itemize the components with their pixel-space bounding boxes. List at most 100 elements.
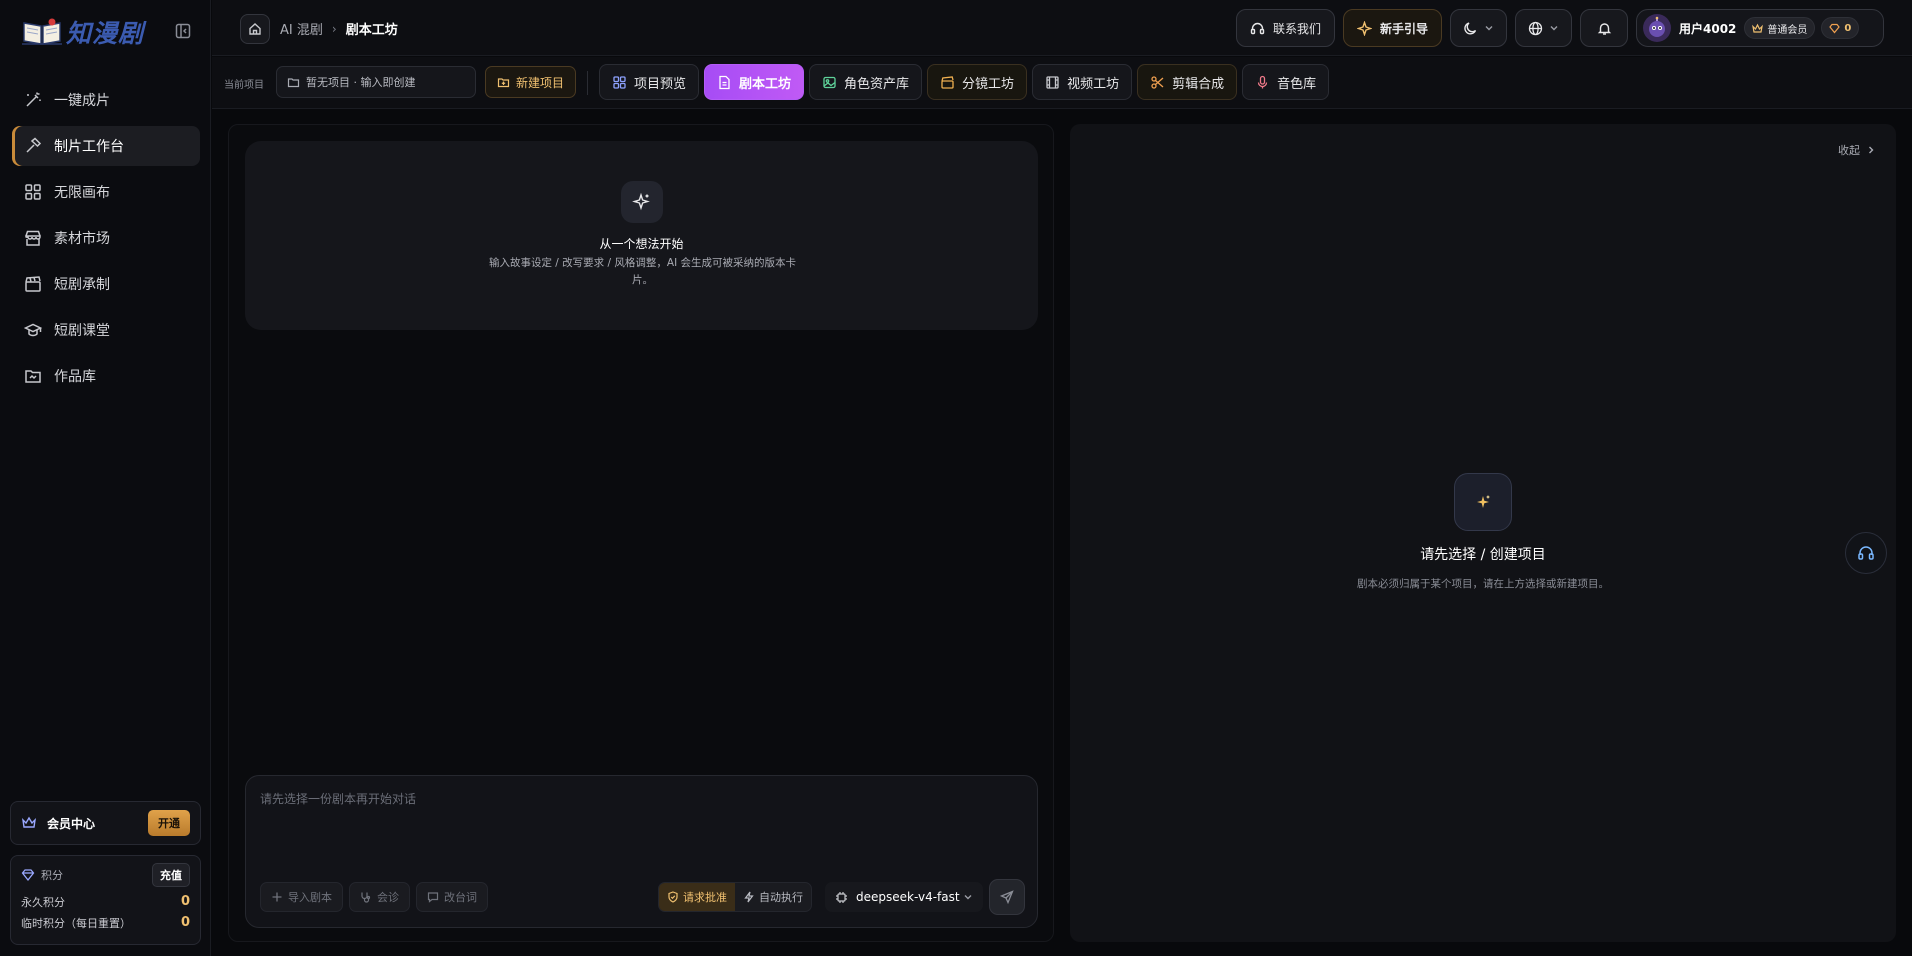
graduation-cap-icon (24, 323, 42, 337)
points-label: 积分 (41, 869, 63, 882)
points-panel: 积分 充值 永久积分 0 临时积分（每日重置） 0 (10, 855, 201, 945)
stethoscope-icon (361, 892, 371, 903)
crown-icon (22, 816, 36, 828)
image-icon (823, 76, 836, 88)
model-name: deepseek-v4-fast (856, 890, 960, 904)
tab-video-workshop[interactable]: 视频工坊 (1032, 64, 1133, 100)
tab-label: 角色资产库 (844, 76, 910, 92)
tab-voice-library[interactable]: 音色库 (1242, 64, 1330, 100)
auto-execute-label: 自动执行 (759, 891, 803, 904)
permanent-points-value: 0 (180, 894, 190, 909)
film-icon (1046, 75, 1059, 89)
breadcrumb-current: 剧本工坊 (345, 23, 398, 38)
model-select[interactable]: deepseek-v4-fast (825, 882, 983, 912)
request-approval-mode[interactable]: 请求批准 (659, 883, 735, 911)
sidebar-item-production[interactable]: 短剧承制 (12, 264, 200, 304)
sidebar-item-one-click[interactable]: 一键成片 (12, 80, 200, 120)
language-button[interactable] (1515, 9, 1572, 47)
tab-label: 剪辑合成 (1172, 76, 1225, 92)
brand-name: 知漫剧 (66, 19, 145, 48)
sidebar: 知漫剧 一键成片 制片工作台 无限画布 素材市场 短剧承制 短剧课堂 作品库 会… (0, 0, 211, 956)
document-icon (719, 75, 730, 89)
sidebar-item-works[interactable]: 作品库 (12, 356, 200, 396)
brand-logo[interactable]: 知漫剧 (20, 14, 160, 50)
rewrite-lines-button[interactable]: 改台词 (416, 882, 488, 912)
project-select[interactable]: 暂无项目 · 输入即创建 (276, 66, 476, 98)
sidebar-collapse-icon[interactable] (174, 22, 192, 40)
guide-label: 新手引导 (1379, 21, 1428, 36)
tab-label: 视频工坊 (1067, 76, 1120, 92)
tab-storyboard[interactable]: 分镜工坊 (927, 64, 1028, 100)
clapperboard-icon (941, 75, 954, 89)
tab-project-preview[interactable]: 项目预览 (599, 64, 700, 100)
membership-level: 普通会员 (1767, 24, 1808, 36)
execution-mode-toggle: 请求批准 自动执行 (658, 882, 812, 912)
tab-label: 分镜工坊 (962, 76, 1015, 92)
home-button[interactable] (240, 14, 270, 44)
folder-icon (25, 370, 41, 383)
magic-wand-icon (26, 92, 41, 107)
user-name: 用户4002 (1679, 21, 1737, 36)
sidebar-item-label: 制片工作台 (54, 139, 124, 155)
chat-input[interactable] (260, 790, 1020, 850)
avatar (1643, 14, 1671, 42)
request-approval-label: 请求批准 (683, 891, 727, 904)
temporary-points-value: 0 (180, 915, 190, 930)
clapperboard-icon (25, 276, 41, 292)
headset-icon (1250, 22, 1265, 34)
send-button[interactable] (989, 879, 1025, 915)
notifications-button[interactable] (1580, 9, 1628, 47)
shield-icon (668, 891, 678, 903)
idea-description: 输入故事设定 / 改写要求 / 风格调整，AI 会生成可被采纳的版本卡片。 (488, 257, 797, 286)
import-script-button[interactable]: 导入剧本 (260, 882, 343, 912)
workflow-tabs: 项目预览 剧本工坊 角色资产库 分镜工坊 视频工坊 剪辑合成 音色库 (599, 64, 1334, 100)
tab-character-assets[interactable]: 角色资产库 (809, 64, 923, 100)
sidebar-item-market[interactable]: 素材市场 (12, 218, 200, 258)
chevron-down-icon (1485, 26, 1493, 31)
chip-icon (836, 891, 847, 903)
toolbar-divider (587, 71, 588, 95)
guide-button[interactable]: 新手引导 (1342, 9, 1442, 47)
user-menu[interactable]: 用户4002 普通会员 0 (1636, 9, 1884, 47)
microphone-icon (1257, 75, 1268, 88)
headset-icon (1858, 546, 1874, 560)
sidebar-item-canvas[interactable]: 无限画布 (12, 172, 200, 212)
support-float-button[interactable] (1845, 532, 1887, 574)
idea-prompt-card: 从一个想法开始 输入故事设定 / 改写要求 / 风格调整，AI 会生成可被采纳的… (245, 141, 1038, 330)
diamond-icon (21, 869, 35, 882)
store-icon (25, 230, 41, 246)
chevron-down-icon (1550, 26, 1558, 31)
project-toolbar: 当前项目 暂无项目 · 输入即创建 新建项目 项目预览 剧本工坊 角色资产库 分… (212, 57, 1912, 109)
tab-editing[interactable]: 剪辑合成 (1137, 64, 1238, 100)
sidebar-nav: 一键成片 制片工作台 无限画布 素材市场 短剧承制 短剧课堂 作品库 (12, 80, 200, 402)
chat-tools: 导入剧本 会诊 改台词 (260, 882, 494, 912)
breadcrumb-parent[interactable]: AI 混剧 (280, 19, 323, 38)
tab-script-workshop[interactable]: 剧本工坊 (704, 64, 805, 100)
collapse-panel-button[interactable]: 收起 (1838, 142, 1876, 158)
sidebar-item-label: 短剧课堂 (54, 323, 110, 339)
sidebar-item-classroom[interactable]: 短剧课堂 (12, 310, 200, 350)
hammer-icon (26, 137, 42, 153)
theme-toggle-button[interactable] (1450, 9, 1507, 47)
sparkle-icon (621, 181, 663, 223)
new-project-button[interactable]: 新建项目 (485, 66, 576, 98)
member-center[interactable]: 会员中心 开通 (10, 801, 201, 845)
header-actions: 联系我们 新手引导 用户4002 普通会员 0 (1228, 9, 1884, 47)
temporary-points-label: 临时积分（每日重置） (21, 917, 131, 930)
grid-icon (613, 75, 626, 89)
gem-balance: 0 (1844, 22, 1852, 34)
chevron-right-icon: › (331, 21, 337, 36)
gem-balance-badge: 0 (1821, 17, 1860, 39)
sidebar-item-workbench[interactable]: 制片工作台 (12, 126, 200, 166)
recharge-button[interactable]: 充值 (152, 863, 190, 887)
plus-icon (272, 892, 282, 902)
sidebar-item-label: 无限画布 (54, 185, 110, 201)
consult-button[interactable]: 会诊 (349, 882, 410, 912)
contact-button[interactable]: 联系我们 (1235, 9, 1335, 47)
current-project-label: 当前项目 (224, 80, 264, 91)
sidebar-item-label: 素材市场 (54, 231, 110, 247)
empty-state-description: 剧本必须归属于某个项目，请在上方选择或新建项目。 (1357, 578, 1609, 590)
open-membership-button[interactable]: 开通 (148, 810, 190, 836)
permanent-points-label: 永久积分 (21, 896, 65, 909)
auto-execute-mode[interactable]: 自动执行 (735, 883, 811, 911)
